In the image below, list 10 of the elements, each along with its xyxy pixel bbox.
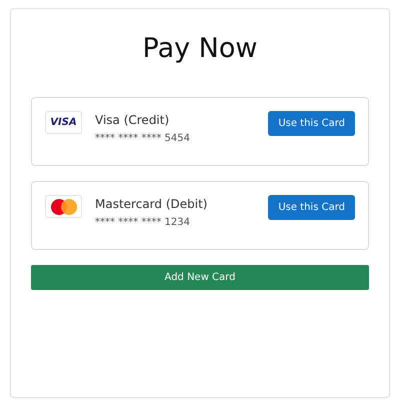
card-number: **** **** **** 5454 <box>95 133 191 144</box>
card-logo: VISA <box>45 111 82 134</box>
use-card-button[interactable]: Use this Card <box>268 195 355 220</box>
use-card-button[interactable]: Use this Card <box>268 111 355 136</box>
add-card-button[interactable]: Add New Card <box>31 265 369 290</box>
card-number: **** **** **** 1234 <box>95 217 191 228</box>
overlapping-circles-icon <box>50 198 76 214</box>
card-name: Visa (Credit) <box>95 113 170 127</box>
page-title: Pay Now <box>142 32 258 66</box>
card-name: Mastercard (Debit) <box>95 197 208 211</box>
